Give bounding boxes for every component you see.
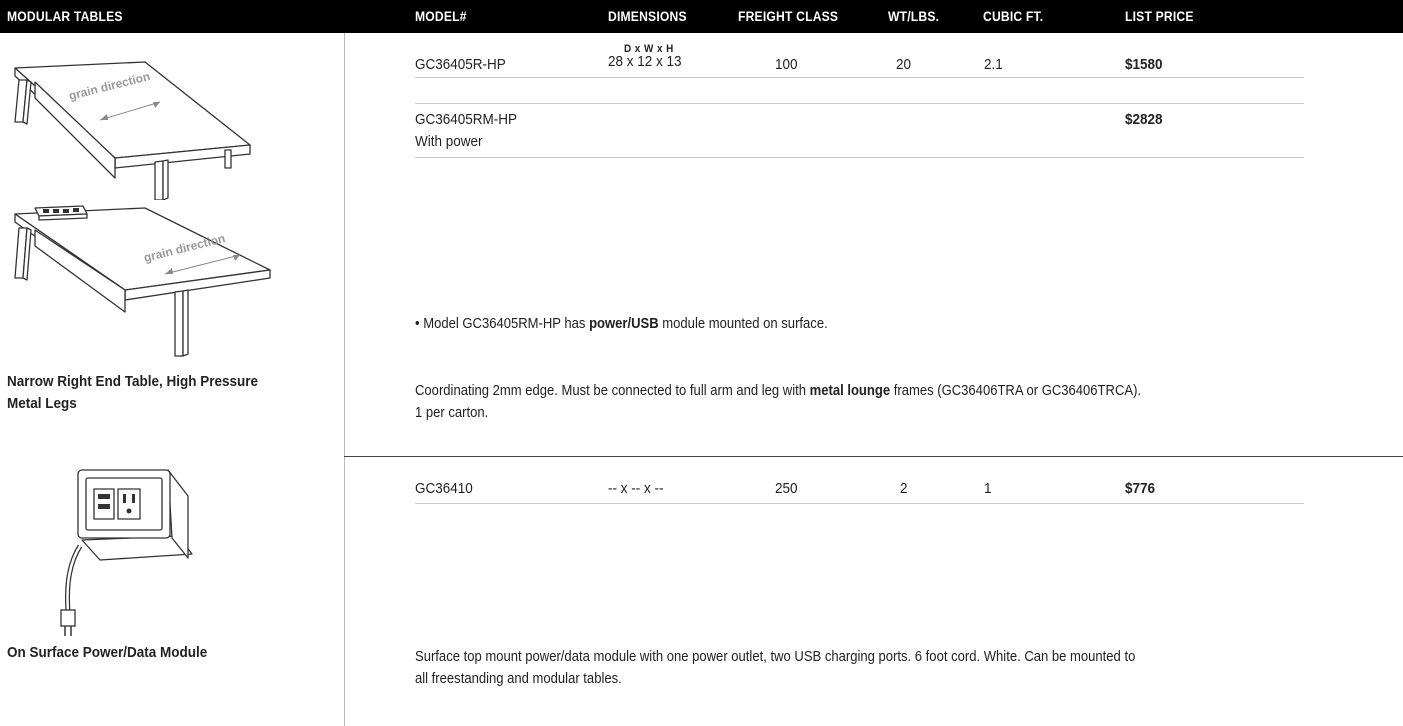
end-table-image: grain direction	[14, 61, 251, 200]
model-number: GC36410	[415, 480, 473, 497]
col-cubic-ft: CUBIC FT.	[983, 9, 1044, 24]
description-text: Coordinating 2mm edge. Must be connected…	[415, 383, 810, 399]
description-text: frames (GC36406TRA or GC36406TRCA).	[890, 383, 1142, 399]
cubic-ft-value: 2.1	[984, 56, 1003, 73]
list-price: $1580	[1125, 56, 1163, 73]
description-text: Surface top mount power/data module with…	[415, 649, 1136, 665]
col-dimensions: DIMENSIONS	[608, 9, 687, 24]
model-note: With power	[415, 133, 483, 150]
model-number: GC36405RM-HP	[415, 111, 518, 128]
product-name-line: Metal Legs	[7, 395, 77, 412]
product-name: On Surface Power/Data Module	[7, 644, 208, 661]
row-divider	[415, 503, 1304, 504]
row-divider	[415, 157, 1304, 158]
description-text: 1 per carton.	[415, 405, 489, 421]
product-name: Narrow Right End Table, High Pressure Me…	[7, 371, 340, 415]
dimensions-value: -- x -- x --	[608, 480, 664, 497]
section-title: MODULAR TABLES	[7, 9, 123, 24]
col-list-price: LIST PRICE	[1125, 9, 1194, 24]
product-note: • Model GC36405RM-HP has power/USB modul…	[415, 313, 1315, 335]
col-freight-class: FREIGHT CLASS	[738, 9, 839, 24]
col-weight: WT/LBS.	[888, 9, 940, 24]
model-number: GC36405R-HP	[415, 56, 506, 73]
product-name-line: Narrow Right End Table, High Pressure	[7, 373, 259, 390]
freight-class-value: 100	[775, 56, 798, 73]
note-text: module mounted on surface.	[658, 316, 828, 332]
dimensions-value: 28 x 12 x 13	[608, 53, 682, 70]
cubic-ft-value: 1	[984, 480, 992, 497]
table-header: MODULAR TABLES MODEL# DIMENSIONS FREIGHT…	[0, 0, 1403, 33]
weight-value: 20	[896, 56, 912, 73]
row-divider	[415, 103, 1304, 104]
product-description: Surface top mount power/data module with…	[415, 646, 1315, 690]
freight-class-value: 250	[775, 480, 798, 497]
product-description: Coordinating 2mm edge. Must be connected…	[415, 380, 1315, 424]
note-emphasis: power/USB	[589, 316, 659, 332]
power-module-image	[60, 469, 193, 636]
row-divider	[415, 77, 1304, 78]
section-divider	[344, 456, 1403, 457]
description-text: all freestanding and modular tables.	[415, 671, 622, 687]
weight-value: 2	[900, 480, 908, 497]
col-model: MODEL#	[415, 9, 467, 24]
description-emphasis: metal lounge	[809, 383, 891, 399]
list-price: $2828	[1125, 111, 1163, 128]
end-table-power-image: grain direction	[14, 205, 271, 357]
note-text: • Model GC36405RM-HP has	[415, 316, 590, 332]
column-divider	[344, 33, 345, 726]
list-price: $776	[1125, 480, 1156, 497]
